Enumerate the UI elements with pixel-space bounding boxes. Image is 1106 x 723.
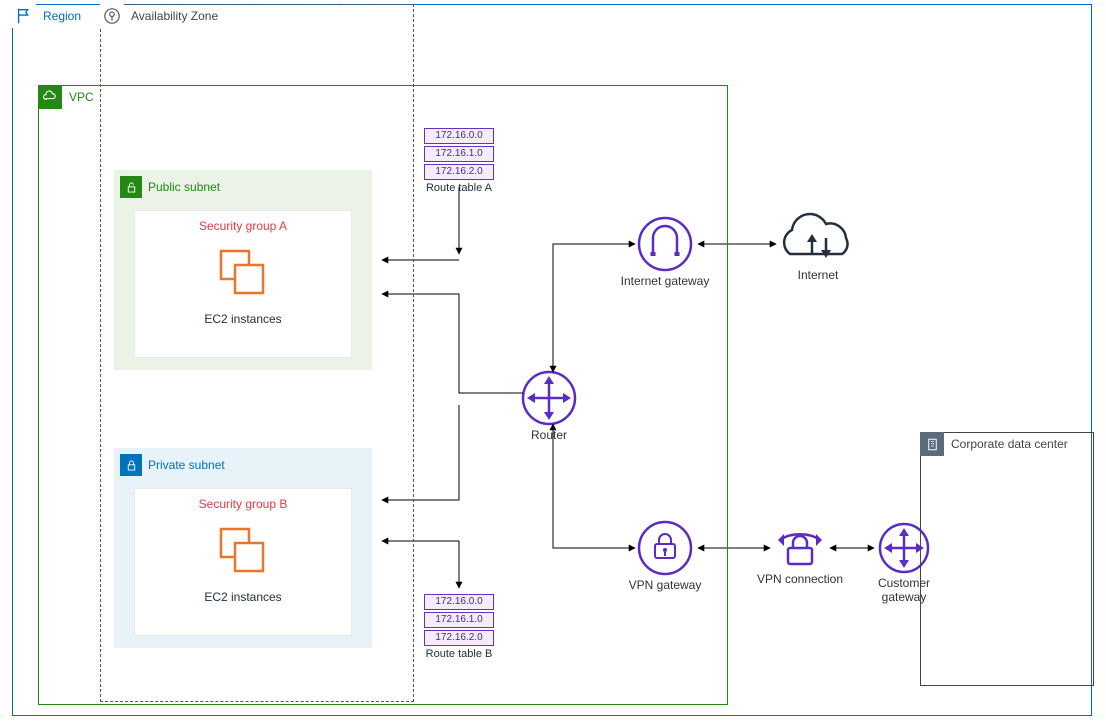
- route-table-a: 172.16.0.0 172.16.1.0 172.16.2.0 Route t…: [424, 128, 494, 194]
- ec2-instances-label-a: EC2 instances: [135, 312, 351, 326]
- route-table-b-label: Route table B: [424, 648, 494, 660]
- public-subnet-lock-icon: [120, 176, 142, 198]
- vpn-connection-label: VPN connection: [750, 572, 850, 586]
- public-subnet-container: Public subnet Security group A EC2 insta…: [114, 170, 372, 370]
- route-table-b-row: 172.16.0.0: [424, 594, 494, 610]
- ec2-instances-label-b: EC2 instances: [135, 590, 351, 604]
- corporate-dc-label: Corporate data center: [951, 437, 1068, 451]
- route-table-b: 172.16.0.0 172.16.1.0 172.16.2.0 Route t…: [424, 594, 494, 660]
- route-table-a-label: Route table A: [424, 182, 494, 194]
- corporate-dc-container: Corporate data center: [920, 432, 1094, 686]
- public-subnet-label: Public subnet: [148, 180, 220, 194]
- route-table-a-row: 172.16.1.0: [424, 146, 494, 162]
- az-pin-icon: [100, 4, 124, 28]
- internet-label: Internet: [768, 268, 868, 282]
- router-label: Router: [499, 428, 599, 442]
- ec2-icon: [135, 245, 351, 304]
- route-table-b-row: 172.16.2.0: [424, 630, 494, 646]
- route-table-a-row: 172.16.2.0: [424, 164, 494, 180]
- private-subnet-lock-icon: [120, 454, 142, 476]
- region-label: Region: [43, 9, 81, 23]
- customer-gateway-label: Customer gateway: [854, 576, 954, 604]
- building-icon: [920, 432, 944, 456]
- private-subnet-container: Private subnet Security group B EC2 inst…: [114, 448, 372, 648]
- route-table-a-row: 172.16.0.0: [424, 128, 494, 144]
- region-flag-icon: [12, 4, 36, 28]
- vpn-gateway-label: VPN gateway: [615, 578, 715, 592]
- route-table-b-row: 172.16.1.0: [424, 612, 494, 628]
- security-group-a-label: Security group A: [135, 219, 351, 233]
- security-group-b-label: Security group B: [135, 497, 351, 511]
- availability-zone-label: Availability Zone: [131, 9, 218, 23]
- ec2-icon: [135, 523, 351, 582]
- vpc-label: VPC: [69, 90, 94, 104]
- internet-gateway-label: Internet gateway: [615, 274, 715, 288]
- security-group-b-box: Security group B EC2 instances: [134, 488, 352, 636]
- vpc-cloud-icon: [38, 85, 62, 109]
- private-subnet-label: Private subnet: [148, 458, 225, 472]
- security-group-a-box: Security group A EC2 instances: [134, 210, 352, 358]
